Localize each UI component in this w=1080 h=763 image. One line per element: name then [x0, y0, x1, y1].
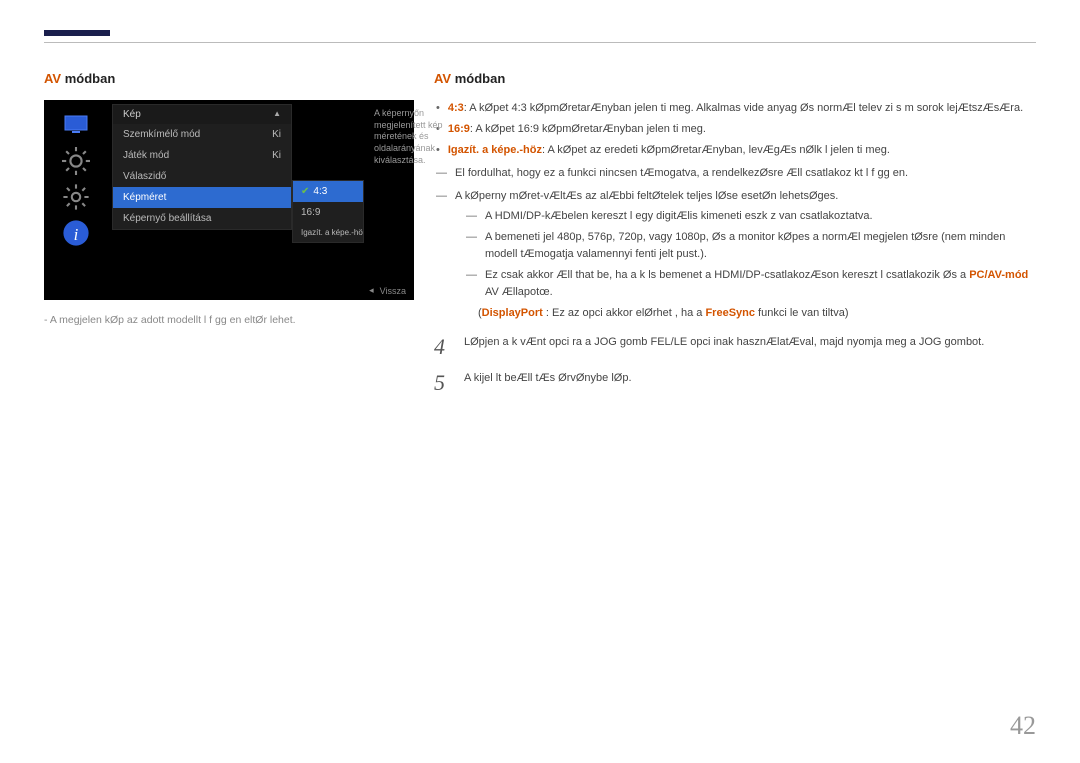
note-line: ― A kØperny mØret-vÆltÆs az alÆbbi feltØ…	[434, 188, 1036, 205]
heading-orange: AV	[44, 71, 61, 86]
osd-back-label: Vissza	[380, 286, 406, 296]
osd-row-label: Szemkímélő mód	[123, 129, 200, 140]
osd-row-label: Válaszidő	[123, 171, 166, 182]
dash-icon: ―	[466, 208, 477, 225]
subnote-text: A bemeneti jel 480p, 576p, 720p, vagy 10…	[485, 229, 1036, 263]
brightness-icon	[62, 150, 90, 172]
step-5: 5 A kijel lt beÆll tÆs ØrvØnybe lØp.	[434, 372, 1036, 394]
osd-row-label: Játék mód	[123, 150, 169, 161]
dash-icon: ―	[436, 188, 447, 205]
list-item: • 4:3: A kØpet 4:3 kØpmØretarÆnyban jele…	[434, 100, 1036, 117]
osd-screenshot: i Kép ▲ Szemkímélő mód Ki Játék mód Ki V…	[44, 100, 414, 300]
osd-menu-title-row: Kép ▲	[113, 105, 291, 124]
osd-main-menu: Kép ▲ Szemkímélő mód Ki Játék mód Ki Vál…	[112, 104, 292, 230]
bullet-list: • 4:3: A kØpet 4:3 kØpmØretarÆnyban jele…	[434, 100, 1036, 159]
sub-note-item: ― Ez csak akkor Æll that be, ha a k ls b…	[464, 267, 1036, 301]
step-text: A kijel lt beÆll tÆs ØrvØnybe lØp.	[464, 372, 632, 394]
osd-sub-label: 4:3	[313, 186, 327, 197]
heading-black: módban	[451, 71, 505, 86]
monitor-icon	[62, 114, 90, 136]
up-arrow-icon: ▲	[273, 109, 281, 118]
osd-row: Játék mód Ki	[113, 145, 291, 166]
info-icon: i	[62, 222, 90, 244]
bullet-text: : A kØpet 16:9 kØpmØretarÆnyban jelen ti…	[470, 123, 706, 135]
left-section-heading: AV módban	[44, 71, 414, 86]
list-item: • 16:9: A kØpet 16:9 kØpmØretarÆnyban je…	[434, 121, 1036, 138]
left-arrow-icon: ◂	[369, 285, 374, 296]
step-number: 4	[434, 336, 452, 358]
dp-text2: funkci le van tiltva)	[755, 307, 849, 319]
page-number: 42	[1010, 711, 1036, 741]
note-text: A kØperny mØret-vÆltÆs az alÆbbi feltØte…	[455, 188, 838, 205]
freesync-label: FreeSync	[705, 307, 755, 319]
svg-text:i: i	[74, 225, 79, 244]
bullet-bold: Igazít. a képe.-höz	[448, 144, 542, 156]
osd-row-label: Képernyő beállítása	[123, 213, 211, 224]
osd-sub-label: 16:9	[301, 207, 320, 218]
dash-icon: ―	[466, 229, 477, 263]
dp-text: : Ez az opci akkor elØrhet , ha a	[543, 307, 706, 319]
osd-row-value: Ki	[272, 129, 281, 140]
osd-sub-row-selected: ✔ 4:3	[293, 181, 363, 202]
step-text: LØpjen a k vÆnt opci ra a JOG gomb FEL/L…	[464, 336, 984, 358]
subnote-text: A HDMI/DP-kÆbelen kereszt l egy digitÆli…	[485, 208, 873, 225]
bullet-text: : A kØpet 4:3 kØpmØretarÆnyban jelen ti …	[464, 102, 1023, 114]
heading-orange: AV	[434, 71, 451, 86]
osd-row-label: Képméret	[123, 192, 166, 203]
check-icon: ✔	[301, 186, 309, 197]
displayport-label: DisplayPort	[482, 307, 543, 319]
heading-black: módban	[61, 71, 115, 86]
osd-row-value: Ki	[272, 150, 281, 161]
model-note: - A megjelen kØp az adott modellt l f gg…	[44, 314, 414, 326]
sub-note-item: (DisplayPort : Ez az opci akkor elØrhet …	[478, 305, 1036, 322]
sub-note-item: ― A bemeneti jel 480p, 576p, 720p, vagy …	[464, 229, 1036, 263]
osd-sub-row: 16:9	[293, 202, 363, 223]
osd-row-selected: Képméret	[113, 187, 291, 208]
osd-sub-label: Igazít. a képe.-höz	[301, 228, 363, 237]
right-section-heading: AV módban	[434, 71, 1036, 86]
osd-row: Válaszidő	[113, 166, 291, 187]
osd-sub-row: Igazít. a képe.-höz	[293, 223, 363, 242]
osd-submenu: ✔ 4:3 16:9 Igazít. a képe.-höz	[292, 180, 364, 243]
osd-menu-title: Kép	[123, 109, 141, 120]
subnote-text: Ez csak akkor Æll that be, ha a k ls bem…	[485, 269, 966, 281]
note-text: El fordulhat, hogy ez a funkci nincsen t…	[455, 165, 908, 182]
gear-icon	[62, 186, 90, 208]
dash-icon: ―	[466, 267, 477, 301]
bullet-text: : A kØpet az eredeti kØpmØretarÆnyban, l…	[542, 144, 890, 156]
step-number: 5	[434, 372, 452, 394]
list-item: • Igazít. a képe.-höz: A kØpet az eredet…	[434, 142, 1036, 159]
step-4: 4 LØpjen a k vÆnt opci ra a JOG gomb FEL…	[434, 336, 1036, 358]
osd-row: Képernyő beállítása	[113, 208, 291, 229]
av-end-text: AV Ællapotœ.	[485, 286, 553, 298]
top-divider	[44, 42, 1036, 43]
note-line: ― El fordulhat, hogy ez a funkci nincsen…	[434, 165, 1036, 182]
osd-bottom-bar: ◂ Vissza	[369, 285, 406, 296]
sub-note-item: ― A HDMI/DP-kÆbelen kereszt l egy digitÆ…	[464, 208, 1036, 225]
header-bar	[44, 30, 110, 36]
osd-sidebar: i	[50, 114, 102, 244]
sub-notes: ― A HDMI/DP-kÆbelen kereszt l egy digitÆ…	[464, 208, 1036, 322]
osd-help-text: A képernyőn megjelenített kép méretének …	[368, 104, 458, 170]
pc-av-mod-label: PC/AV-mód	[969, 269, 1028, 281]
osd-row: Szemkímélő mód Ki	[113, 124, 291, 145]
